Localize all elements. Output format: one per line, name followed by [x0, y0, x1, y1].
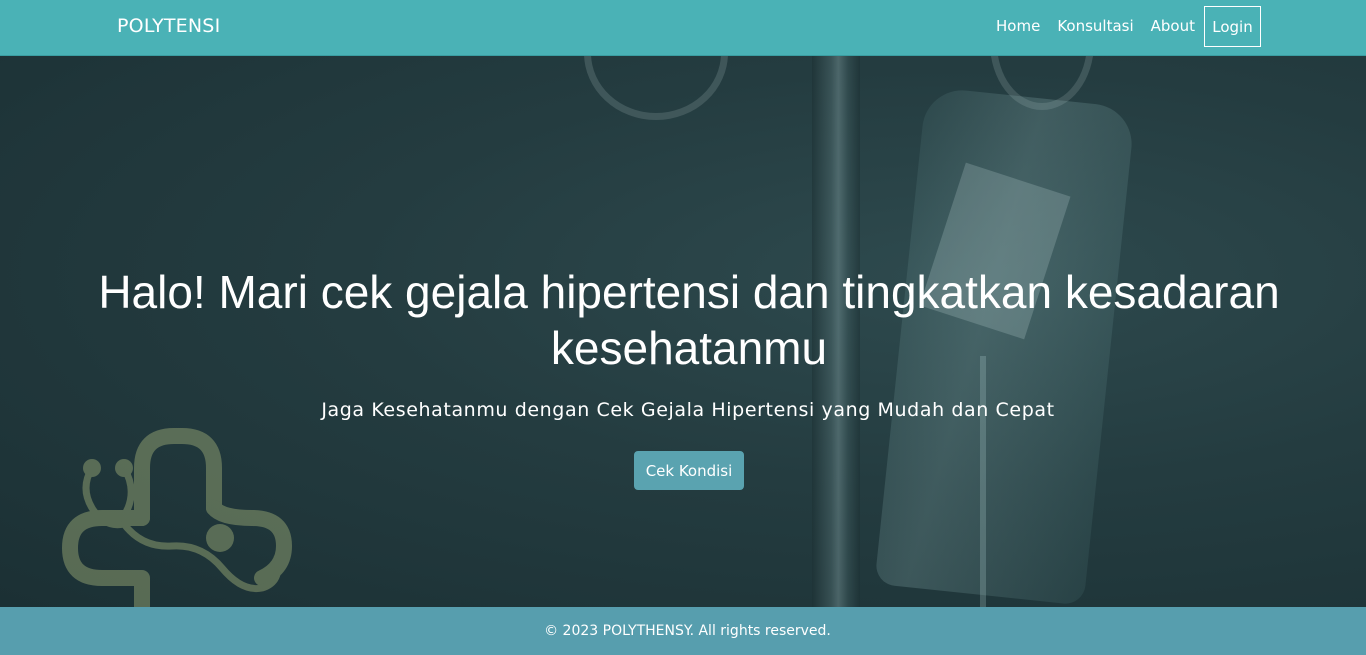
footer: © 2023 POLYTHENSY. All rights reserved. [0, 607, 1366, 655]
cek-kondisi-button[interactable]: Cek Kondisi [634, 451, 744, 490]
medical-cross-stethoscope-icon [62, 428, 292, 607]
login-button[interactable]: Login [1204, 6, 1261, 47]
nav-link-home[interactable]: Home [996, 17, 1040, 35]
page: POLYTENSI Home Konsultasi About Login Ha… [0, 0, 1366, 655]
nav-link-konsultasi[interactable]: Konsultasi [1057, 17, 1133, 35]
hero-title: Halo! Mari cek gejala hipertensi dan tin… [98, 266, 1280, 374]
hero-section: Halo! Mari cek gejala hipertensi dan tin… [0, 56, 1366, 607]
brand-logo-text[interactable]: POLYTENSI [117, 15, 220, 37]
footer-copyright: © 2023 POLYTHENSY. All rights reserved. [544, 623, 831, 639]
hero-subtitle: Jaga Kesehatanmu dengan Cek Gejala Hiper… [321, 399, 1055, 421]
navbar: POLYTENSI Home Konsultasi About Login [0, 0, 1366, 56]
nav-link-about[interactable]: About [1151, 17, 1195, 35]
iv-hook-left [584, 56, 728, 120]
nav-links: Home Konsultasi About Login [979, 5, 1261, 48]
iv-tube-background [980, 356, 986, 607]
